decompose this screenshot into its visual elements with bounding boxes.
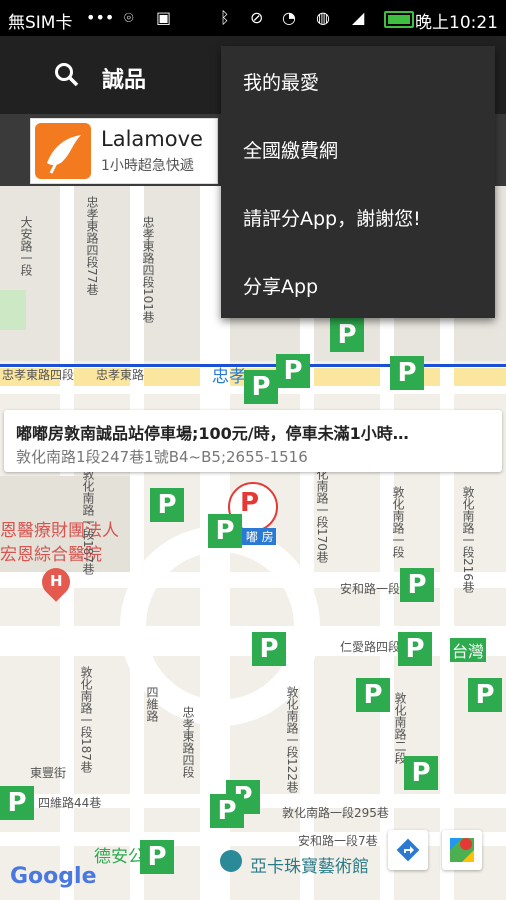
- parking-marker[interactable]: P: [398, 632, 432, 666]
- parking-marker[interactable]: P: [208, 514, 242, 548]
- street-label: 仁愛路四段: [340, 640, 401, 654]
- image-icon: ▣: [156, 8, 172, 27]
- street-label: 大安路一段: [19, 216, 33, 276]
- battery-icon: [384, 11, 414, 28]
- directions-button[interactable]: [388, 830, 428, 870]
- lalamove-logo: [35, 123, 91, 179]
- bluetooth-icon: ᛒ: [220, 8, 230, 27]
- parking-marker[interactable]: P: [140, 840, 174, 874]
- road-anhe2: [0, 832, 506, 846]
- overflow-menu: 我的最愛 全國繳費網 請評分App，謝謝您! 分享App: [221, 46, 495, 318]
- parking-marker[interactable]: P: [404, 756, 438, 790]
- google-logo: Google: [10, 864, 97, 889]
- street-label: 忠孝東路四段: [2, 368, 75, 382]
- parking-marker[interactable]: P: [400, 568, 434, 602]
- info-window[interactable]: 嘟嘟房敦南誠品站停車場;100元/時，停車未滿1小時… 敦化南路1段247巷1號…: [4, 410, 502, 472]
- menu-item-share-app[interactable]: 分享App: [243, 272, 318, 299]
- street-label: 安和路一段: [340, 582, 401, 596]
- parking-marker[interactable]: P: [244, 370, 278, 404]
- street-label: 忠孝東路四段101巷: [141, 216, 155, 323]
- route-line: [0, 364, 506, 367]
- street-label: 忠孝東路四段: [181, 706, 195, 778]
- search-icon[interactable]: [54, 62, 80, 88]
- poi-label: 台灣: [450, 638, 487, 662]
- marker-parking-glyph: P: [240, 488, 260, 518]
- parking-marker[interactable]: P: [390, 356, 424, 390]
- open-google-maps-button[interactable]: [442, 830, 482, 870]
- street-label: 敦化南路一段122巷: [285, 686, 299, 793]
- mute-icon: ⊘: [250, 8, 264, 27]
- parking-marker[interactable]: P: [330, 318, 364, 352]
- data-saver-icon: ◍: [316, 8, 330, 27]
- parking-marker[interactable]: P: [150, 488, 184, 522]
- menu-item-payment-network[interactable]: 全國繳費網: [243, 136, 338, 163]
- park-green: [0, 290, 26, 330]
- street-label: 敦化南路一段216巷: [461, 486, 475, 593]
- location-icon: ⌾: [124, 8, 134, 27]
- parking-lot-address: 敦化南路1段247巷1號B4~B5;2655-1516: [16, 448, 308, 466]
- wifi-icon: ◔: [282, 8, 296, 27]
- status-bar: 無SIM卡 ••• ⌾ ▣ ᛒ ⊘ ◔ ◍ ◢ 晚上10:21: [0, 0, 506, 36]
- street-label: 忠孝東路四段77巷: [85, 196, 99, 296]
- street-label: 東豐街: [30, 766, 67, 780]
- parking-lot-name: 嘟嘟房敦南誠品站停車場;100元/時，停車未滿1小時…: [16, 424, 409, 443]
- street-label: 忠孝東路: [96, 368, 145, 382]
- ad-banner[interactable]: Lalamove 1小時超急快遞: [30, 118, 218, 184]
- street-label: 忠孝: [212, 367, 246, 387]
- street-label: 敦化南路一段170巷: [315, 456, 329, 563]
- street-label: 敦化南路一段295巷: [282, 806, 389, 820]
- street-label: 敦化南路一段187巷: [79, 666, 93, 773]
- ad-title: Lalamove: [101, 127, 203, 151]
- street-label: 敦化南路二段: [393, 692, 407, 764]
- clock: 晚上10:21: [415, 13, 498, 33]
- museum-icon[interactable]: [220, 850, 242, 872]
- signal-icon: ◢: [352, 8, 365, 27]
- parking-marker[interactable]: P: [468, 678, 502, 712]
- menu-item-rate-app[interactable]: 請評分App，謝謝您!: [243, 204, 421, 231]
- street-label: 四維路: [145, 686, 159, 722]
- poi-label: 德安公: [94, 847, 145, 867]
- parking-marker[interactable]: P: [0, 786, 34, 820]
- parking-marker[interactable]: P: [210, 794, 244, 828]
- street-label: 四維路44巷: [38, 796, 102, 810]
- ad-subtitle: 1小時超急快遞: [101, 158, 194, 174]
- poi-label: 恩醫療財團法人: [0, 521, 119, 541]
- street-label: 敦化南路一段: [391, 486, 405, 558]
- parking-marker[interactable]: P: [356, 678, 390, 712]
- parking-marker[interactable]: P: [276, 354, 310, 388]
- street-label: 敦化南路一段187巷: [81, 468, 95, 575]
- parking-marker[interactable]: P: [252, 632, 286, 666]
- google-maps-icon: [450, 838, 474, 862]
- carrier-label: 無SIM卡: [8, 13, 73, 33]
- street-label: 安和路一段7巷: [298, 834, 378, 848]
- directions-icon: [396, 838, 420, 862]
- hospital-icon: H: [50, 572, 63, 590]
- bird-icon: [47, 135, 81, 174]
- poi-label: 亞卡珠寶藝術館: [250, 857, 369, 877]
- menu-item-favorites[interactable]: 我的最愛: [243, 68, 319, 95]
- search-query[interactable]: 誠品: [102, 62, 146, 94]
- notification-dots: •••: [86, 8, 115, 27]
